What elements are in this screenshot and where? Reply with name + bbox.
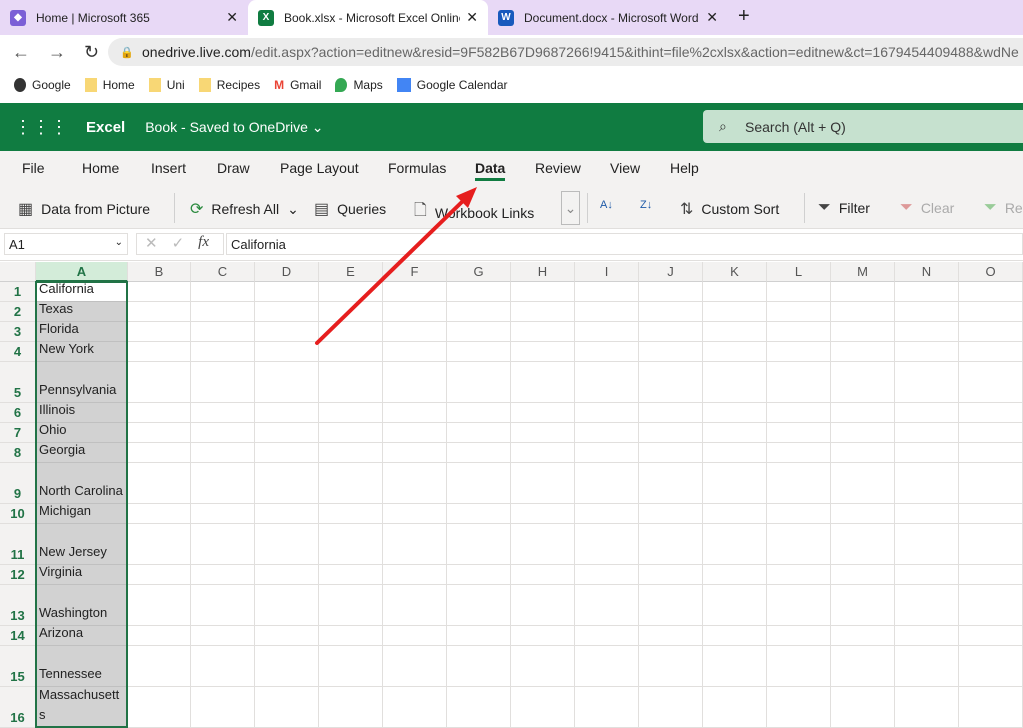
annotation-arrow [315,187,477,345]
